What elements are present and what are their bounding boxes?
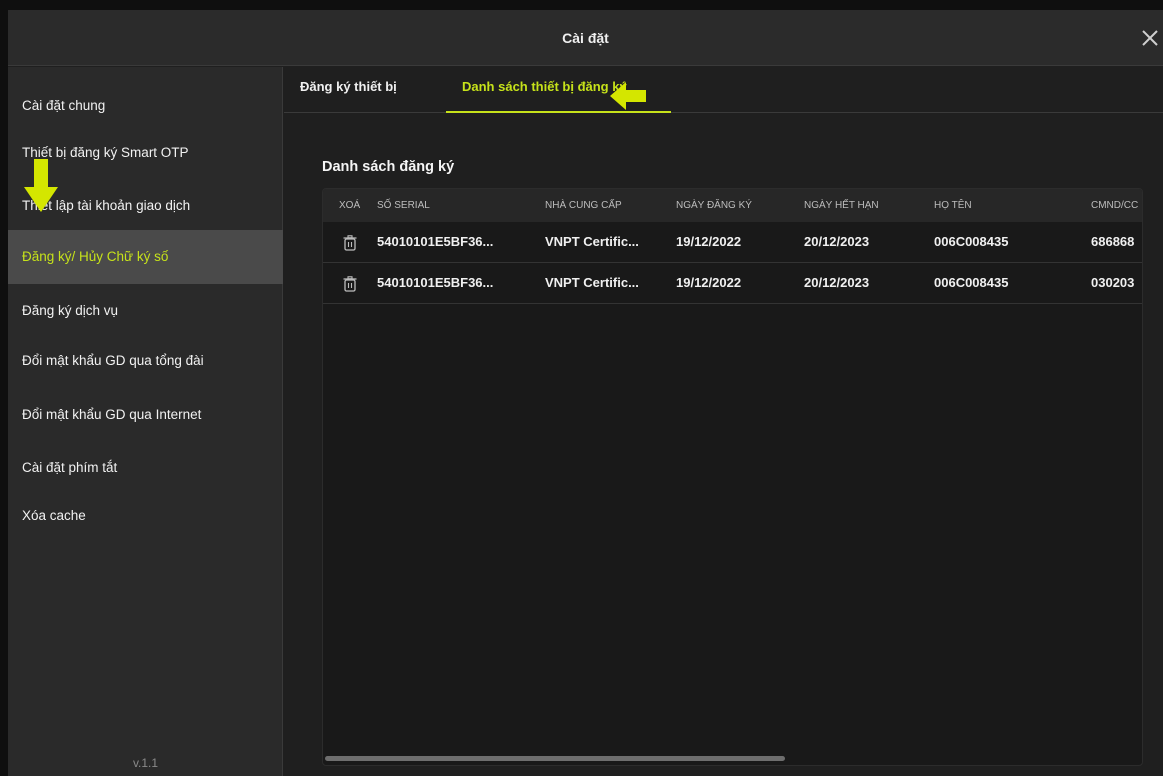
cell-full-name: 006C008435 <box>934 275 1009 290</box>
sidebar-item-shortcuts[interactable]: Cài đặt phím tắt <box>8 441 283 495</box>
cell-expiry-date: 20/12/2023 <box>804 234 870 249</box>
scrollbar-thumb[interactable] <box>325 756 785 761</box>
close-button[interactable] <box>1137 24 1163 52</box>
horizontal-scrollbar[interactable] <box>323 755 1142 765</box>
tab-bar: Đăng ký thiết bị Danh sách thiết bị đăng… <box>284 67 1163 113</box>
arrow-left-annotation-icon <box>610 82 646 110</box>
tab-register-device[interactable]: Đăng ký thiết bị <box>300 67 397 113</box>
tab-device-list-label: Danh sách thiết bị đăng ký <box>462 79 627 94</box>
table-row: 54010101E5BF36... VNPT Certific... 19/12… <box>323 222 1142 263</box>
sidebar-item-digital-signature[interactable]: Đăng ký/ Hủy Chữ ký số <box>8 230 283 284</box>
sidebar-item-general[interactable]: Cài đặt chung <box>8 79 283 133</box>
column-header-provider: NHÀ CUNG CẤP <box>545 200 622 211</box>
trash-icon[interactable] <box>343 235 357 251</box>
column-header-id-number: CMND/CC <box>1091 200 1139 211</box>
cell-registration-date: 19/12/2022 <box>676 234 742 249</box>
table-row: 54010101E5BF36... VNPT Certific... 19/12… <box>323 263 1142 304</box>
close-icon <box>1142 30 1158 46</box>
sidebar-item-clear-cache[interactable]: Xóa cache <box>8 489 283 543</box>
cell-id-number: 686868 <box>1091 234 1135 249</box>
window-title: Cài đặt <box>562 30 609 46</box>
arrow-down-annotation-icon <box>24 159 58 212</box>
main-panel: Đăng ký thiết bị Danh sách thiết bị đăng… <box>284 67 1163 776</box>
registration-table: XOÁ SỐ SERIAL NHÀ CUNG CẤP NGÀY ĐĂNG KÝ … <box>322 188 1143 766</box>
column-header-serial: SỐ SERIAL <box>377 200 430 211</box>
sidebar-item-change-password-internet[interactable]: Đổi mật khẩu GD qua Internet <box>8 388 283 442</box>
cell-id-number: 030203 <box>1091 275 1135 290</box>
column-header-expiry-date: NGÀY HẾT HẠN <box>804 200 879 211</box>
cell-serial: 54010101E5BF36... <box>377 234 494 249</box>
settings-window: Cài đặt Cài đặt chung Thiết bị đăng ký S… <box>8 10 1163 776</box>
section-title: Danh sách đăng ký <box>322 159 455 175</box>
cell-provider: VNPT Certific... <box>545 234 639 249</box>
cell-serial: 54010101E5BF36... <box>377 275 494 290</box>
sidebar-item-services[interactable]: Đăng ký dịch vụ <box>8 284 283 338</box>
cell-full-name: 006C008435 <box>934 234 1009 249</box>
table-header: XOÁ SỐ SERIAL NHÀ CUNG CẤP NGÀY ĐĂNG KÝ … <box>323 189 1142 222</box>
column-header-delete: XOÁ <box>339 200 361 211</box>
cell-registration-date: 19/12/2022 <box>676 275 742 290</box>
column-header-registration-date: NGÀY ĐĂNG KÝ <box>676 200 752 211</box>
column-header-full-name: HỌ TÊN <box>934 200 972 211</box>
trash-icon[interactable] <box>343 276 357 292</box>
title-bar: Cài đặt <box>8 10 1163 66</box>
cell-provider: VNPT Certific... <box>545 275 639 290</box>
cell-expiry-date: 20/12/2023 <box>804 275 870 290</box>
version-label: v.1.1 <box>132 756 159 770</box>
sidebar-item-change-password-hotline[interactable]: Đổi mật khẩu GD qua tổng đài <box>8 334 283 388</box>
